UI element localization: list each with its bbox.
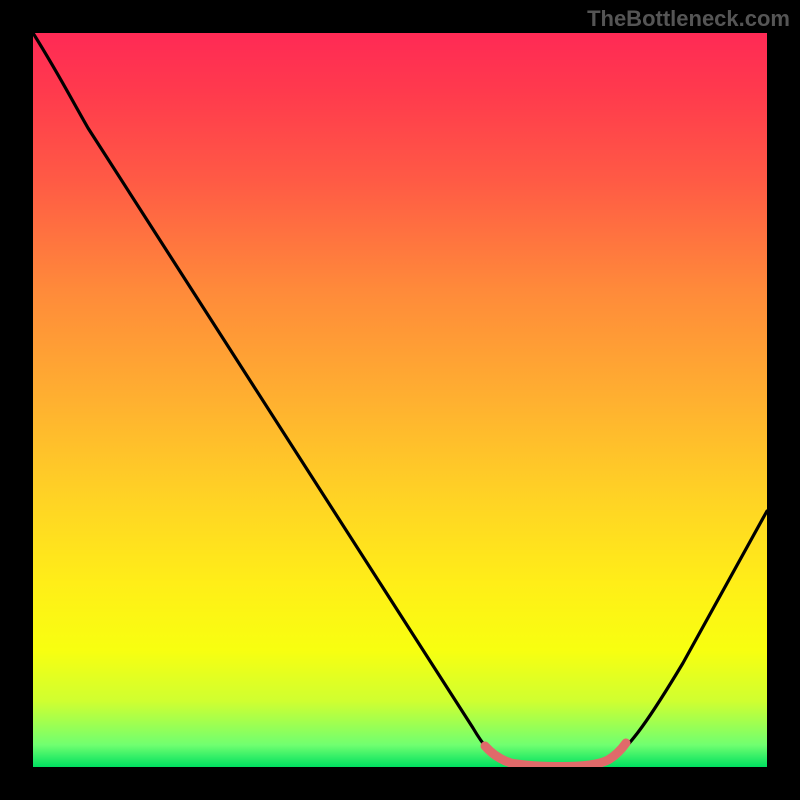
chart-container: TheBottleneck.com [0, 0, 800, 800]
watermark-text: TheBottleneck.com [587, 6, 790, 32]
trough-marker-path [485, 743, 626, 767]
bottleneck-curve-path [33, 33, 767, 766]
plot-area [33, 33, 767, 767]
bottleneck-curve-svg [33, 33, 767, 767]
